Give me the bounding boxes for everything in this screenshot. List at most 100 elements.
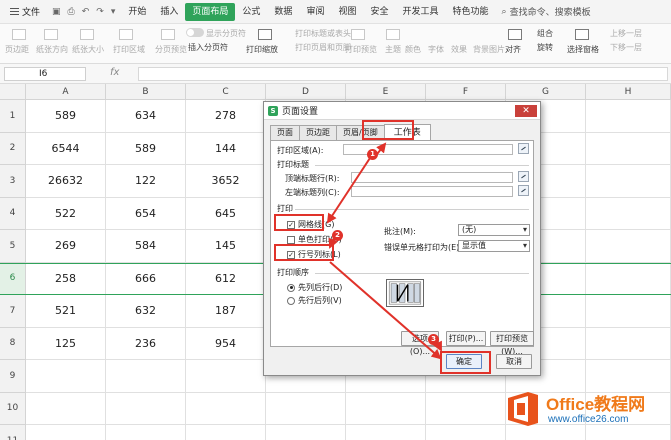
table-cell[interactable] <box>266 425 346 440</box>
menu-tab[interactable]: 审阅 <box>299 3 331 21</box>
file-menu[interactable]: 文件 <box>4 3 46 21</box>
column-header[interactable]: D <box>266 84 346 100</box>
dialog-tab[interactable]: 页眉/页脚 <box>336 125 385 140</box>
table-cell[interactable]: 589 <box>106 132 186 165</box>
errors-select[interactable]: 显示值 <box>458 240 530 252</box>
menu-tab[interactable]: 数据 <box>267 3 299 21</box>
left-cols-input[interactable] <box>351 186 513 197</box>
column-header[interactable]: E <box>346 84 426 100</box>
table-cell[interactable]: 125 <box>26 327 106 360</box>
undo-icon[interactable]: ↶ <box>82 7 90 17</box>
menu-tab[interactable]: 页面布局 <box>185 2 236 21</box>
top-rows-input[interactable] <box>351 172 513 183</box>
table-cell[interactable] <box>426 425 506 440</box>
menu-tab[interactable]: 特色功能 <box>446 3 496 21</box>
command-search[interactable]: ⌕ 查找命令、搜索模板 <box>502 5 591 19</box>
top-rows-picker-icon[interactable] <box>518 171 529 182</box>
row-col-headings-checkbox[interactable]: ✓ 行号列标(L) <box>287 249 341 260</box>
close-button[interactable]: ✕ <box>515 105 537 117</box>
table-cell[interactable] <box>426 392 506 425</box>
print-header-footer-button[interactable]: 打印页眉和页脚 <box>295 42 351 53</box>
menu-tab[interactable]: 开发工具 <box>395 3 445 21</box>
row-header[interactable]: 8 <box>0 327 26 360</box>
print-preview-dialog-button[interactable]: 打印预览(W)... <box>490 331 534 356</box>
dialog-tab[interactable]: 工作表 <box>383 124 431 141</box>
print-preview-button[interactable]: 打印预览 <box>345 44 377 55</box>
table-cell[interactable]: 584 <box>106 230 186 263</box>
group-button[interactable]: 组合 <box>537 28 553 39</box>
column-header[interactable]: H <box>586 84 671 100</box>
table-cell[interactable] <box>106 425 186 440</box>
table-cell[interactable]: 6544 <box>26 132 106 165</box>
align-button[interactable]: 对齐 <box>505 44 521 55</box>
table-cell[interactable] <box>586 132 671 165</box>
row-header[interactable]: 10 <box>0 392 26 425</box>
table-cell[interactable]: 145 <box>186 230 266 263</box>
table-cell[interactable] <box>586 327 671 360</box>
table-cell[interactable]: 522 <box>26 197 106 230</box>
redo-icon[interactable]: ↷ <box>96 7 104 17</box>
print-button[interactable]: 打印(P)... <box>446 331 486 346</box>
column-header[interactable]: C <box>186 84 266 100</box>
table-cell[interactable]: 258 <box>26 262 106 295</box>
theme-button[interactable]: 主题 <box>385 44 401 55</box>
print-zoom-button[interactable]: 打印缩放 <box>246 44 278 55</box>
print-titles-button[interactable]: 打印标题或表头 <box>295 28 351 39</box>
over-then-down-radio[interactable]: 先行后列(V) <box>287 295 342 306</box>
table-cell[interactable]: 634 <box>106 100 186 133</box>
down-then-over-radio[interactable]: 先列后行(D) <box>287 282 342 293</box>
table-cell[interactable]: 589 <box>26 100 106 133</box>
dialog-title-bar[interactable]: S 页面设置 ✕ <box>264 102 540 120</box>
row-header[interactable]: 5 <box>0 230 26 263</box>
table-cell[interactable]: 26632 <box>26 165 106 198</box>
table-cell[interactable]: 632 <box>106 295 186 328</box>
effect-button[interactable]: 效果 <box>451 44 467 55</box>
row-header[interactable]: 11 <box>0 425 26 440</box>
show-breaks-toggle[interactable] <box>186 28 204 37</box>
table-cell[interactable] <box>106 360 186 393</box>
table-cell[interactable] <box>106 392 186 425</box>
left-cols-picker-icon[interactable] <box>518 185 529 196</box>
table-cell[interactable] <box>586 230 671 263</box>
insert-page-break-button[interactable]: 插入分页符 <box>188 42 228 53</box>
print-icon[interactable]: ⎙ <box>68 7 75 17</box>
row-header[interactable]: 6 <box>0 262 26 295</box>
table-cell[interactable] <box>186 392 266 425</box>
column-header[interactable]: F <box>426 84 506 100</box>
table-cell[interactable]: 122 <box>106 165 186 198</box>
rotate-button[interactable]: 旋转 <box>537 42 553 53</box>
orientation-button[interactable]: 纸张方向 <box>36 44 68 55</box>
gridlines-checkbox[interactable]: ✓ 网格线(G) <box>287 219 334 230</box>
table-cell[interactable]: 269 <box>26 230 106 263</box>
table-cell[interactable] <box>346 425 426 440</box>
save-icon[interactable]: ▣ <box>52 7 61 17</box>
row-header[interactable]: 4 <box>0 197 26 230</box>
font-button[interactable]: 字体 <box>428 44 444 55</box>
table-cell[interactable]: 612 <box>186 262 266 295</box>
table-cell[interactable]: 236 <box>106 327 186 360</box>
row-header[interactable]: 2 <box>0 132 26 165</box>
table-cell[interactable] <box>586 295 671 328</box>
ok-button[interactable]: 确定 <box>446 354 482 369</box>
function-icon[interactable]: fx <box>110 67 119 78</box>
menu-tab[interactable]: 开始 <box>121 3 153 21</box>
table-cell[interactable] <box>586 100 671 133</box>
formula-input[interactable] <box>138 67 668 81</box>
dialog-tab[interactable]: 页边距 <box>299 125 337 140</box>
table-cell[interactable]: 521 <box>26 295 106 328</box>
table-cell[interactable]: 666 <box>106 262 186 295</box>
table-cell[interactable]: 187 <box>186 295 266 328</box>
comments-select[interactable]: (无) <box>458 224 530 236</box>
row-header[interactable]: 3 <box>0 165 26 198</box>
column-header[interactable]: G <box>506 84 586 100</box>
dialog-tab[interactable]: 页面 <box>270 125 300 140</box>
bring-forward-button[interactable]: 上移一层 <box>610 28 642 39</box>
table-cell[interactable] <box>266 392 346 425</box>
send-backward-button[interactable]: 下移一层 <box>610 42 642 53</box>
table-cell[interactable]: 3652 <box>186 165 266 198</box>
menu-tab[interactable]: 插入 <box>153 3 185 21</box>
name-box[interactable]: I6 <box>4 67 86 81</box>
page-break-preview-button[interactable]: 分页预览 <box>155 44 187 55</box>
row-header[interactable]: 9 <box>0 360 26 393</box>
menu-tab[interactable]: 公式 <box>235 3 267 21</box>
